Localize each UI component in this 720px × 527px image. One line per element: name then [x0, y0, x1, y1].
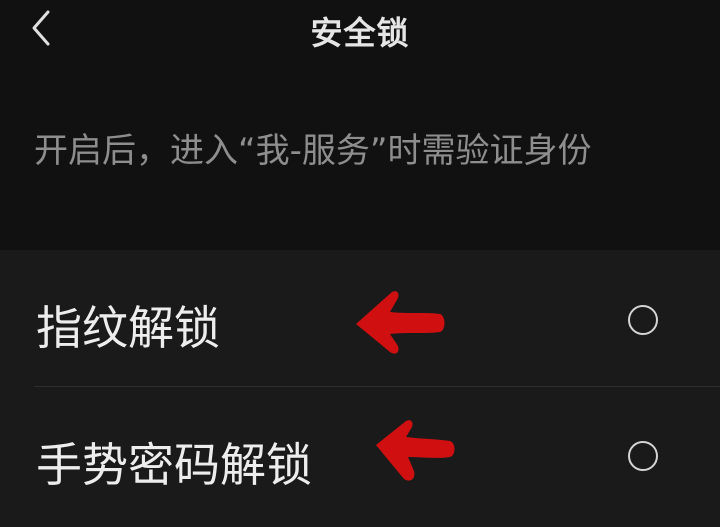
red-arrow-annotation-icon: [356, 291, 445, 354]
radio-button[interactable]: [628, 441, 658, 471]
unlock-options-list: 指纹解锁 手势密码解锁: [0, 250, 720, 527]
red-arrow-annotation-icon: [376, 420, 455, 481]
radio-button[interactable]: [628, 305, 658, 335]
option-gesture-password-unlock[interactable]: 手势密码解锁: [0, 387, 720, 523]
option-label: 指纹解锁: [36, 301, 220, 355]
option-label: 手势密码解锁: [36, 438, 312, 492]
description-text: 开启后，进入“我-服务”时需验证身份: [34, 131, 592, 171]
page-title: 安全锁: [310, 14, 410, 52]
option-fingerprint-unlock[interactable]: 指纹解锁: [0, 250, 720, 387]
nav-bar: 安全锁: [0, 0, 720, 60]
